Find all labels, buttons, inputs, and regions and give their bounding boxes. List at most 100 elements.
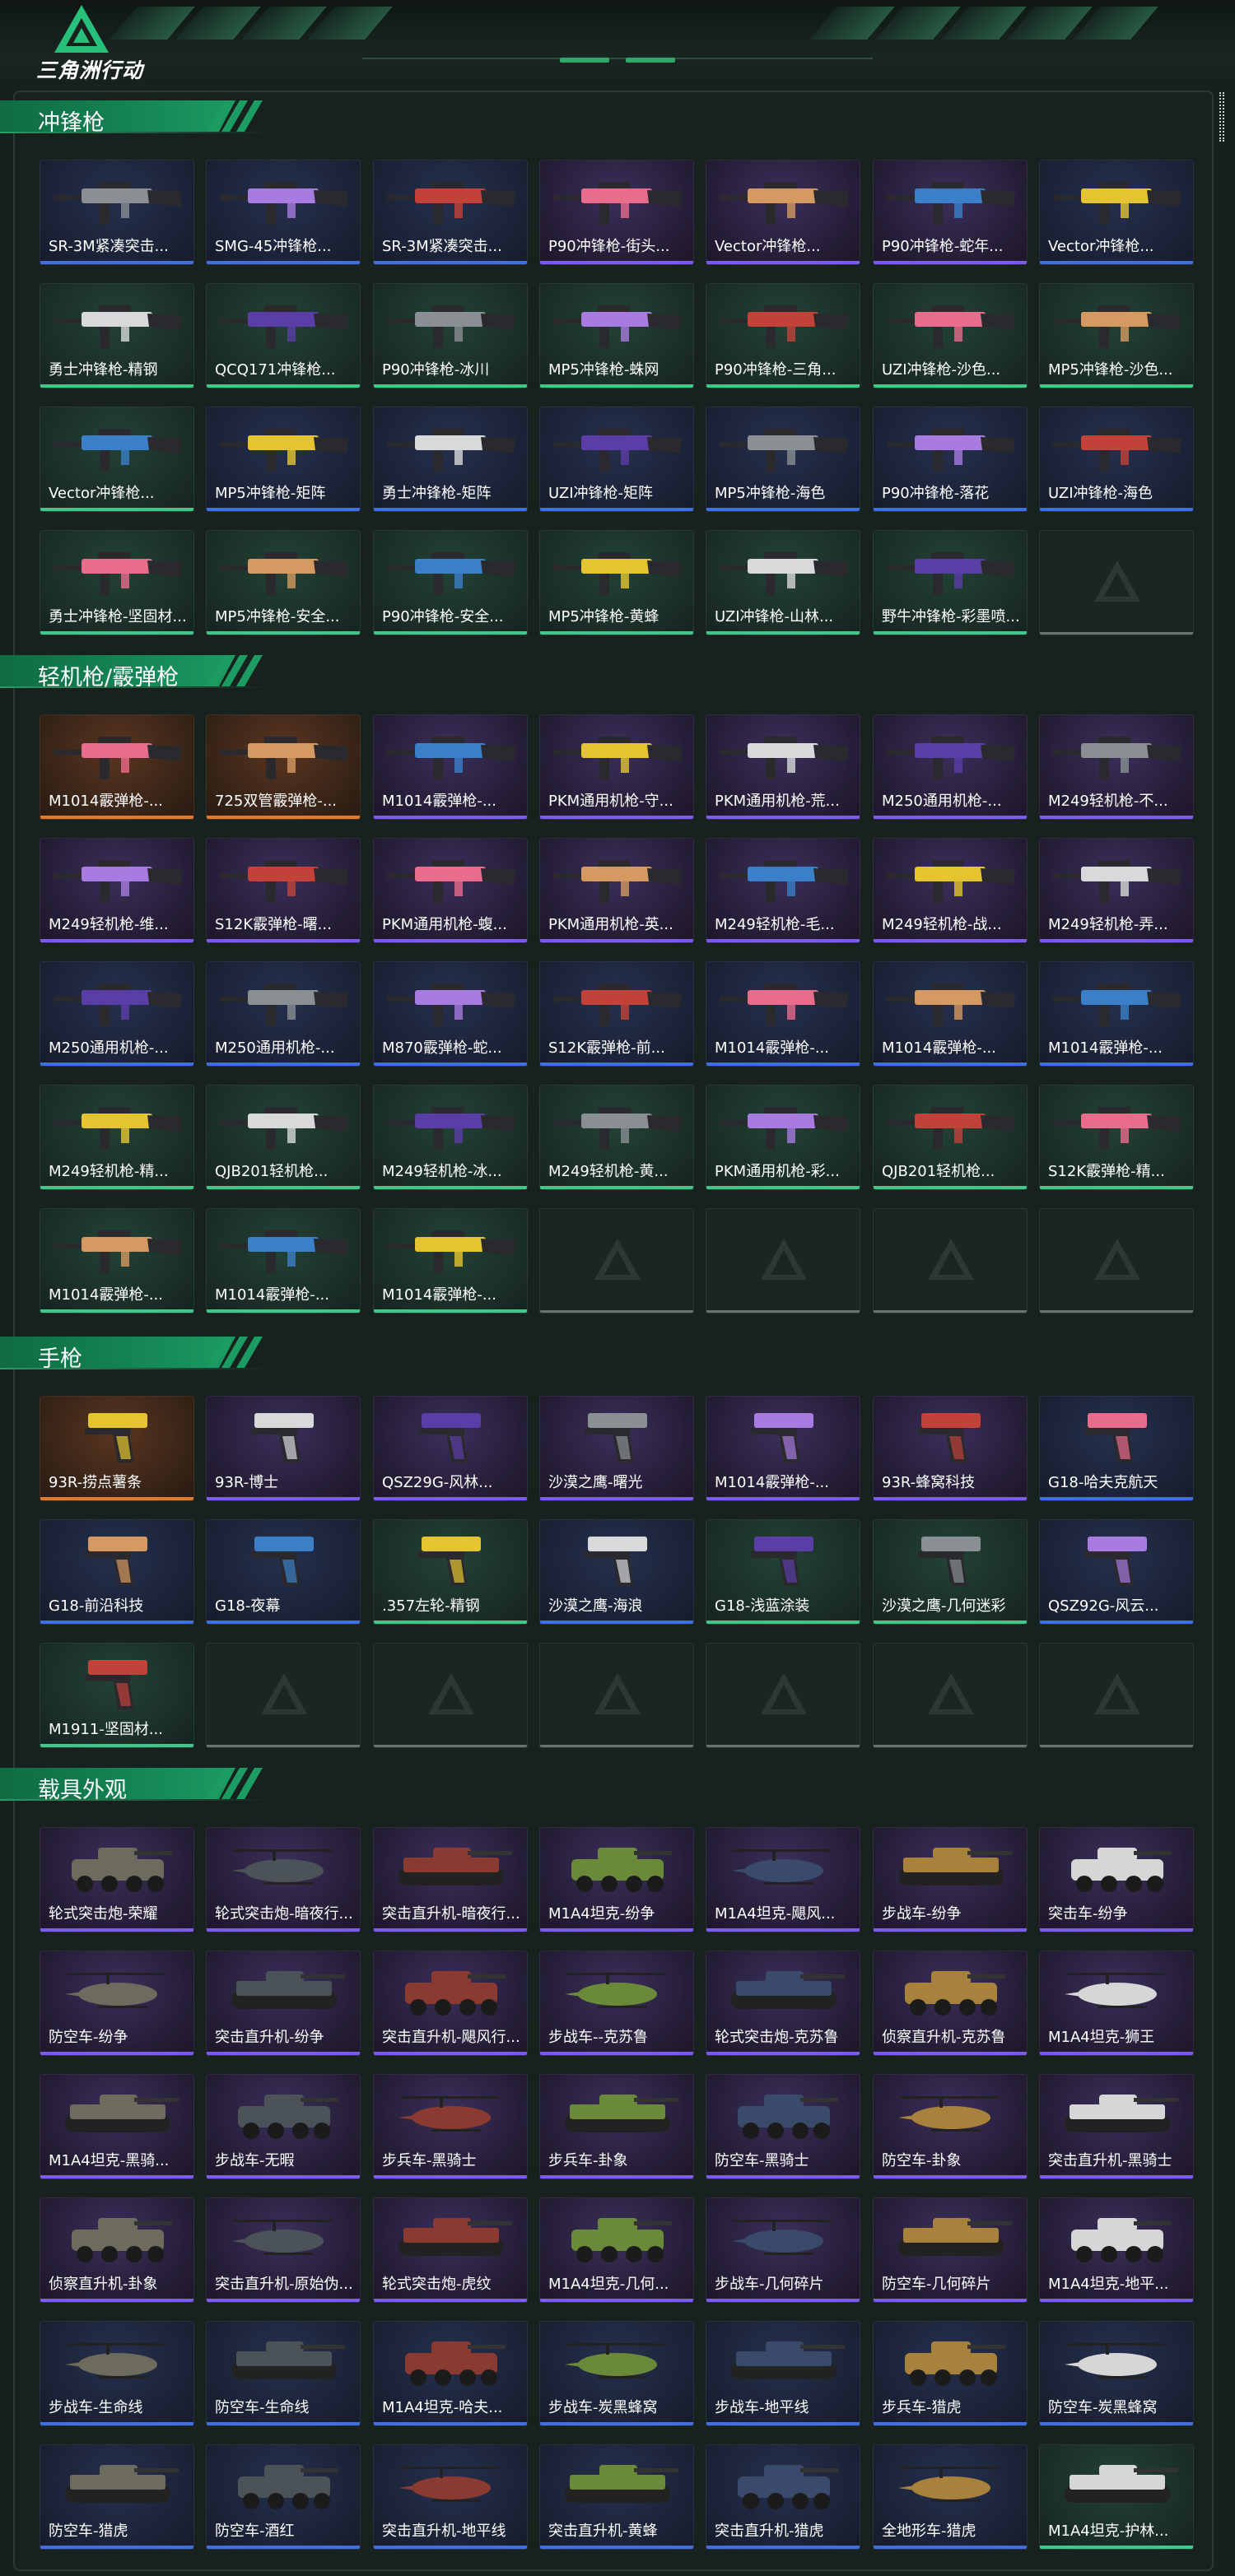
skin-card[interactable]: P90冲锋枪-蛇年...: [873, 160, 1028, 265]
skin-card[interactable]: M1014霰弹枪-...: [373, 1208, 528, 1314]
skin-card[interactable]: 突击直升机-猎虎: [706, 2444, 860, 2550]
skin-card[interactable]: M250通用机枪-...: [206, 961, 361, 1067]
skin-card[interactable]: M1A4坦克-几何...: [539, 2197, 694, 2303]
skin-card[interactable]: 防空车-生命线: [206, 2321, 361, 2426]
skin-card[interactable]: 防空车-几何碎片: [873, 2197, 1028, 2303]
skin-card[interactable]: MP5冲锋枪-矩阵: [206, 407, 361, 512]
skin-card[interactable]: M1014霰弹枪-...: [706, 961, 860, 1067]
skin-card[interactable]: M1014霰弹枪-...: [206, 1208, 361, 1314]
skin-card[interactable]: 防空车-猎虎: [40, 2444, 194, 2550]
skin-card[interactable]: 野牛冲锋枪-彩墨喷...: [873, 530, 1028, 635]
skin-card[interactable]: M249轻机枪-精...: [40, 1085, 194, 1190]
skin-card[interactable]: M870霰弹枪-蛇...: [373, 961, 528, 1067]
skin-card[interactable]: 轮式突击炮-暗夜行...: [206, 1827, 361, 1932]
skin-card[interactable]: P90冲锋枪-三角...: [706, 283, 860, 388]
skin-card[interactable]: M249轻机枪-黄...: [539, 1085, 694, 1190]
skin-card[interactable]: M249轻机枪-毛...: [706, 838, 860, 943]
skin-card[interactable]: 突击直升机-原始伪...: [206, 2197, 361, 2303]
skin-card[interactable]: MP5冲锋枪-黄蜂: [539, 530, 694, 635]
skin-card[interactable]: G18-前沿科技: [40, 1519, 194, 1625]
skin-card[interactable]: M249轻机枪-维...: [40, 838, 194, 943]
skin-card[interactable]: 步战车--克苏鲁: [539, 1951, 694, 2056]
skin-card[interactable]: S12K霰弹枪-曙...: [206, 838, 361, 943]
skin-card[interactable]: P90冲锋枪-安全...: [373, 530, 528, 635]
skin-card[interactable]: 防空车-卦象: [873, 2074, 1028, 2179]
skin-card[interactable]: 沙漠之鹰-几何迷彩: [873, 1519, 1028, 1625]
skin-card[interactable]: M1A4坦克-护林...: [1039, 2444, 1194, 2550]
skin-card[interactable]: PKM通用机枪-彩...: [706, 1085, 860, 1190]
skin-card[interactable]: UZI冲锋枪-海色: [1039, 407, 1194, 512]
skin-card[interactable]: MP5冲锋枪-蛛网: [539, 283, 694, 388]
skin-card[interactable]: 步战车-纷争: [873, 1827, 1028, 1932]
skin-card[interactable]: 突击直升机-黑骑士: [1039, 2074, 1194, 2179]
skin-card[interactable]: 防空车-酒红: [206, 2444, 361, 2550]
skin-card[interactable]: 突击直升机-暗夜行...: [373, 1827, 528, 1932]
skin-card[interactable]: S12K霰弹枪-前...: [539, 961, 694, 1067]
skin-card[interactable]: 防空车-炭黑蜂窝: [1039, 2321, 1194, 2426]
skin-card[interactable]: QJB201轻机枪...: [206, 1085, 361, 1190]
skin-card[interactable]: 步兵车-黑骑士: [373, 2074, 528, 2179]
skin-card[interactable]: MP5冲锋枪-沙色...: [1039, 283, 1194, 388]
skin-card[interactable]: SR-3M紧凑突击...: [40, 160, 194, 265]
skin-card[interactable]: S12K霰弹枪-精...: [1039, 1085, 1194, 1190]
skin-card[interactable]: M1014霰弹枪-...: [1039, 961, 1194, 1067]
skin-card[interactable]: QSZ29G-风林...: [373, 1396, 528, 1501]
skin-card[interactable]: M249轻机枪-战...: [873, 838, 1028, 943]
skin-card[interactable]: M1014霰弹枪-...: [373, 714, 528, 820]
skin-card[interactable]: QCQ171冲锋枪...: [206, 283, 361, 388]
skin-card[interactable]: 防空车-黑骑士: [706, 2074, 860, 2179]
skin-card[interactable]: M1014霰弹枪-...: [706, 1396, 860, 1501]
skin-card[interactable]: M250通用机枪-...: [40, 961, 194, 1067]
skin-card[interactable]: 侦察直升机-卦象: [40, 2197, 194, 2303]
skin-card[interactable]: 轮式突击炮-虎纹: [373, 2197, 528, 2303]
skin-card[interactable]: 93R-捞点薯条: [40, 1396, 194, 1501]
skin-card[interactable]: PKM通用机枪-守...: [539, 714, 694, 820]
skin-card[interactable]: M1014霰弹枪-...: [873, 961, 1028, 1067]
skin-card[interactable]: 93R-蜂窝科技: [873, 1396, 1028, 1501]
skin-card[interactable]: Vector冲锋枪...: [1039, 160, 1194, 265]
skin-card[interactable]: UZI冲锋枪-沙色...: [873, 283, 1028, 388]
skin-card[interactable]: 步兵车-卦象: [539, 2074, 694, 2179]
skin-card[interactable]: 步战车-地平线: [706, 2321, 860, 2426]
skin-card[interactable]: M1A4坦克-地平...: [1039, 2197, 1194, 2303]
skin-card[interactable]: G18-夜幕: [206, 1519, 361, 1625]
skin-card[interactable]: M1A4坦克-哈夫...: [373, 2321, 528, 2426]
skin-card[interactable]: 勇士冲锋枪-矩阵: [373, 407, 528, 512]
skin-card[interactable]: M1A4坦克-黑骑...: [40, 2074, 194, 2179]
skin-card[interactable]: PKM通用机枪-英...: [539, 838, 694, 943]
skin-card[interactable]: UZI冲锋枪-矩阵: [539, 407, 694, 512]
skin-card[interactable]: M250通用机枪-...: [873, 714, 1028, 820]
skin-card[interactable]: PKM通用机枪-蝮...: [373, 838, 528, 943]
scrollbar[interactable]: [1219, 92, 1224, 142]
skin-card[interactable]: 步战车-几何碎片: [706, 2197, 860, 2303]
skin-card[interactable]: M249轻机枪-不...: [1039, 714, 1194, 820]
skin-card[interactable]: 突击直升机-地平线: [373, 2444, 528, 2550]
skin-card[interactable]: 步兵车-猎虎: [873, 2321, 1028, 2426]
skin-card[interactable]: .357左轮-精钢: [373, 1519, 528, 1625]
skin-card[interactable]: 725双管霰弹枪-...: [206, 714, 361, 820]
skin-card[interactable]: 突击直升机-纷争: [206, 1951, 361, 2056]
skin-card[interactable]: M1014霰弹枪-...: [40, 1208, 194, 1314]
skin-card[interactable]: 全地形车-猎虎: [873, 2444, 1028, 2550]
skin-card[interactable]: M1911-坚固材...: [40, 1643, 194, 1748]
skin-card[interactable]: QSZ92G-风云...: [1039, 1519, 1194, 1625]
skin-card[interactable]: G18-浅蓝涂装: [706, 1519, 860, 1625]
skin-card[interactable]: Vector冲锋枪...: [40, 407, 194, 512]
skin-card[interactable]: P90冲锋枪-落花: [873, 407, 1028, 512]
skin-card[interactable]: 防空车-纷争: [40, 1951, 194, 2056]
skin-card[interactable]: MP5冲锋枪-安全...: [206, 530, 361, 635]
skin-card[interactable]: P90冲锋枪-冰川: [373, 283, 528, 388]
skin-card[interactable]: 勇士冲锋枪-精钢: [40, 283, 194, 388]
skin-card[interactable]: M249轻机枪-弄...: [1039, 838, 1194, 943]
skin-card[interactable]: 沙漠之鹰-海浪: [539, 1519, 694, 1625]
skin-card[interactable]: 侦察直升机-克苏鲁: [873, 1951, 1028, 2056]
skin-card[interactable]: Vector冲锋枪...: [706, 160, 860, 265]
skin-card[interactable]: MP5冲锋枪-海色: [706, 407, 860, 512]
skin-card[interactable]: M1A4坦克-飓风...: [706, 1827, 860, 1932]
skin-card[interactable]: SMG-45冲锋枪...: [206, 160, 361, 265]
skin-card[interactable]: P90冲锋枪-街头...: [539, 160, 694, 265]
skin-card[interactable]: 沙漠之鹰-曙光: [539, 1396, 694, 1501]
skin-card[interactable]: M1014霰弹枪-...: [40, 714, 194, 820]
skin-card[interactable]: 93R-博士: [206, 1396, 361, 1501]
skin-card[interactable]: G18-哈夫克航天: [1039, 1396, 1194, 1501]
